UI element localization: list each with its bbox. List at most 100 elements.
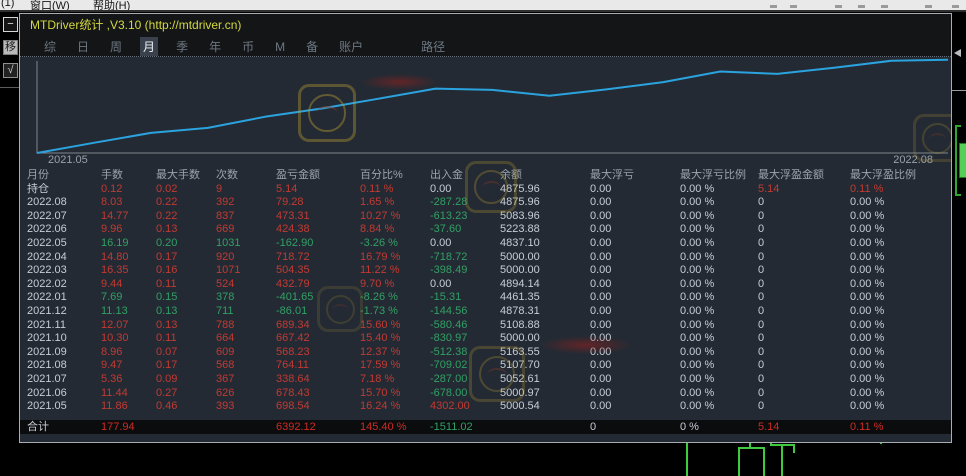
table-row[interactable]: 2022.0714.770.22837473.3110.27 %-613.235…	[20, 210, 951, 224]
table-row[interactable]: 2021.0611.440.27626678.4315.70 %-678.005…	[20, 387, 951, 401]
tab-0[interactable]: 综	[41, 37, 59, 56]
x-axis-label-end: 2022.08	[893, 154, 933, 166]
cell-max-lots: 0.27	[156, 387, 216, 401]
cell-lots: 8.03	[101, 196, 156, 210]
table-row[interactable]: 2021.075.360.09367338.647.18 %-287.00505…	[20, 373, 951, 387]
cell-max-lots: 0.22	[156, 210, 216, 224]
cell-balance: 5000.00	[500, 251, 590, 265]
toolbar-icon[interactable]	[835, 5, 842, 8]
table-total-row[interactable]: 合计177.946392.12145.40 %-1511.0200 %5.140…	[19, 420, 952, 434]
cell-percent: 145.40 %	[360, 420, 430, 434]
move-button[interactable]: 移	[3, 40, 18, 55]
cell-lots: 9.44	[101, 278, 156, 292]
toolbar-icon[interactable]	[790, 5, 797, 8]
tab-10[interactable]: 路径	[418, 37, 448, 56]
table-row[interactable]: 2022.017.690.15378-401.65-8.26 %-15.3144…	[20, 291, 951, 305]
cell-deposit: -718.72	[430, 251, 500, 265]
cell-max-float-loss: 0.00	[590, 400, 680, 414]
cell-max-float-profit-pct: 0.00 %	[850, 223, 925, 237]
cell-balance: 5107.70	[500, 359, 590, 373]
cell-max-float-loss: 0.00	[590, 359, 680, 373]
cell-profit: 473.31	[276, 210, 360, 224]
cell-trades: 524	[216, 278, 276, 292]
cell-month: 2022.05	[27, 237, 101, 251]
cell-max-float-loss-pct: 0.00 %	[680, 223, 758, 237]
equity-chart[interactable]: 2021.05 2022.08	[20, 57, 951, 169]
tab-6[interactable]: 币	[239, 37, 257, 56]
cell-percent: 1.65 %	[360, 196, 430, 210]
table-row[interactable]: 2022.0516.190.201031-162.90-3.26 %0.0048…	[20, 237, 951, 251]
menu-item-help[interactable]: 帮助(H)	[93, 0, 130, 12]
check-button[interactable]: √	[3, 63, 18, 78]
cell-max-float-profit: 0	[758, 210, 850, 224]
cell-percent: 15.60 %	[360, 319, 430, 333]
tab-7[interactable]: M	[272, 39, 288, 55]
cell-percent: 17.59 %	[360, 359, 430, 373]
cell-balance: 5000.00	[500, 332, 590, 346]
cell-month: 2021.05	[27, 400, 101, 414]
cell-lots: 7.69	[101, 291, 156, 305]
cell-max-float-profit: 0	[758, 237, 850, 251]
tab-1[interactable]: 日	[74, 37, 92, 56]
table-row[interactable]: 2022.088.030.2239279.281.65 %-287.284875…	[20, 196, 951, 210]
cell-percent: -8.26 %	[360, 291, 430, 305]
toolbar-icon[interactable]	[952, 5, 959, 8]
toolbar-icon[interactable]	[881, 5, 888, 8]
menu-item-window[interactable]: 窗口(W)	[30, 0, 70, 12]
cell-max-float-loss-pct: 0.00 %	[680, 400, 758, 414]
chart-drawing-line	[738, 447, 765, 449]
background-line	[952, 90, 966, 91]
cell-balance: 5108.88	[500, 319, 590, 333]
tab-4[interactable]: 季	[173, 37, 191, 56]
cell-profit: 568.23	[276, 346, 360, 360]
cell-max-float-loss-pct: 0.00 %	[680, 332, 758, 346]
tab-8[interactable]: 备	[303, 37, 321, 56]
cell-balance: 4894.14	[500, 278, 590, 292]
table-row[interactable]: 2022.0316.350.161071504.3511.22 %-398.49…	[20, 264, 951, 278]
cell-max-float-profit: 0	[758, 346, 850, 360]
cell-max-float-loss: 0.00	[590, 210, 680, 224]
tab-3[interactable]: 月	[140, 37, 158, 56]
cell-lots: 8.96	[101, 346, 156, 360]
table-row[interactable]: 2021.098.960.07609568.2312.37 %-512.3851…	[20, 346, 951, 360]
table-row[interactable]: 2021.1010.300.11664667.4215.40 %-830.975…	[20, 332, 951, 346]
tab-9[interactable]: 账户	[336, 37, 366, 56]
cell-profit: 424.38	[276, 223, 360, 237]
chart-drawing-bracket	[955, 125, 957, 196]
cell-month: 2022.07	[27, 210, 101, 224]
cell-deposit: -287.28	[430, 196, 500, 210]
cell-trades: 626	[216, 387, 276, 401]
chart-drawing-line	[686, 442, 688, 476]
table-row[interactable]: 2022.0414.800.17920718.7216.79 %-718.725…	[20, 251, 951, 265]
panel-titlebar[interactable]: MTDriver统计 ,V3.10 (http://mtdriver.cn)	[20, 14, 951, 37]
table-row[interactable]: 2021.0511.860.46393698.5416.24 %4302.005…	[20, 400, 951, 414]
cell-max-float-profit-pct: 0.00 %	[850, 346, 925, 360]
cell-max-float-loss: 0.00	[590, 291, 680, 305]
menu-item-fragment[interactable]: (1)	[1, 0, 14, 9]
table-row[interactable]: 2021.1112.070.13788689.3415.60 %-580.465…	[20, 319, 951, 333]
cell-max-float-profit: 0	[758, 291, 850, 305]
cell-max-float-profit: 0	[758, 264, 850, 278]
cell-max-float-profit: 0	[758, 387, 850, 401]
toolbar-icon[interactable]	[925, 5, 932, 8]
mtdriver-stats-panel: MTDriver统计 ,V3.10 (http://mtdriver.cn) 综…	[19, 13, 952, 443]
cell-lots: 10.30	[101, 332, 156, 346]
cell-max-lots: 0.15	[156, 291, 216, 305]
tab-5[interactable]: 年	[206, 37, 224, 56]
cell-month: 2022.08	[27, 196, 101, 210]
cell-profit: 504.35	[276, 264, 360, 278]
table-row[interactable]: 2022.029.440.11524432.799.70 %0.004894.1…	[20, 278, 951, 292]
resize-grip-icon[interactable]	[954, 49, 961, 57]
cell-max-lots: 0.20	[156, 237, 216, 251]
table-row[interactable]: 2021.089.470.17568764.1117.59 %-709.0251…	[20, 359, 951, 373]
cell-month: 2021.09	[27, 346, 101, 360]
table-row[interactable]: 2022.069.960.13669424.388.84 %-37.605223…	[20, 223, 951, 237]
toolbar-icon[interactable]	[770, 5, 777, 8]
table-row[interactable]: 2021.1211.130.13711-86.01-1.73 %-144.564…	[20, 305, 951, 319]
cell-profit: 698.54	[276, 400, 360, 414]
table-row[interactable]: 持仓0.120.0295.140.11 %0.004875.960.000.00…	[20, 183, 951, 197]
cell-max-float-loss-pct: 0.00 %	[680, 291, 758, 305]
toolbar-icon[interactable]	[858, 5, 865, 8]
minimize-button[interactable]: −	[3, 17, 18, 32]
tab-2[interactable]: 周	[107, 37, 125, 56]
